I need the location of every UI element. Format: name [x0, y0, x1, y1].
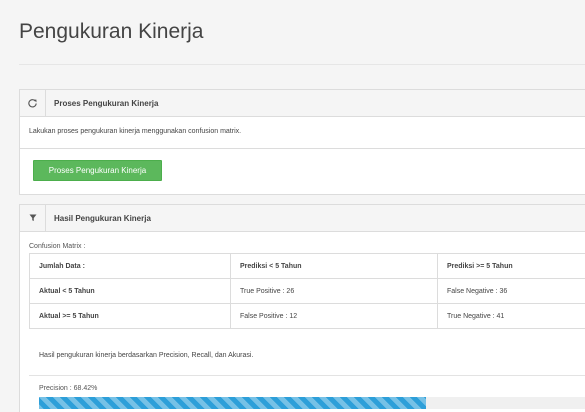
title-divider: [19, 64, 585, 65]
process-panel-heading: Proses Pengukuran Kinerja: [20, 90, 585, 117]
table-cell: False Positive : 12: [230, 303, 438, 329]
process-panel-title: Proses Pengukuran Kinerja: [54, 98, 159, 108]
precision-progress-fill: [39, 397, 427, 409]
filter-icon: [20, 205, 46, 231]
refresh-icon: [20, 90, 46, 116]
result-panel-heading: Hasil Pengukuran Kinerja: [20, 205, 585, 232]
precision-progress-bar: [39, 397, 585, 409]
result-panel: Hasil Pengukuran Kinerja Confusion Matri…: [19, 204, 585, 412]
result-summary-text: Hasil pengukuran kinerja berdasarkan Pre…: [39, 352, 254, 359]
confusion-matrix-table: Jumlah Data : Prediksi < 5 Tahun Prediks…: [29, 253, 585, 329]
result-divider: [29, 375, 585, 376]
table-header-cell: Prediksi >= 5 Tahun: [437, 253, 585, 279]
process-divider: [20, 148, 585, 149]
table-row: Aktual < 5 Tahun True Positive : 26 Fals…: [29, 278, 585, 304]
table-row-header: Aktual < 5 Tahun: [29, 278, 231, 304]
table-cell: False Negative : 36: [437, 278, 585, 304]
confusion-matrix-label: Confusion Matrix :: [29, 243, 86, 250]
table-header-cell: Prediksi < 5 Tahun: [230, 253, 438, 279]
table-row-header: Aktual >= 5 Tahun: [29, 303, 231, 329]
process-panel: Proses Pengukuran Kinerja Lakukan proses…: [19, 89, 585, 195]
table-cell: True Positive : 26: [230, 278, 438, 304]
table-cell: True Negative : 41: [437, 303, 585, 329]
process-button[interactable]: Proses Pengukuran Kinerja: [33, 160, 162, 181]
table-header-cell: Jumlah Data :: [29, 253, 231, 279]
table-header-row: Jumlah Data : Prediksi < 5 Tahun Prediks…: [29, 253, 585, 279]
process-description: Lakukan proses pengukuran kinerja menggu…: [29, 128, 242, 135]
page-title: Pengukuran Kinerja: [19, 20, 204, 43]
result-panel-title: Hasil Pengukuran Kinerja: [54, 213, 151, 223]
precision-label: Precision : 68.42%: [39, 385, 98, 392]
table-row: Aktual >= 5 Tahun False Positive : 12 Tr…: [29, 303, 585, 329]
